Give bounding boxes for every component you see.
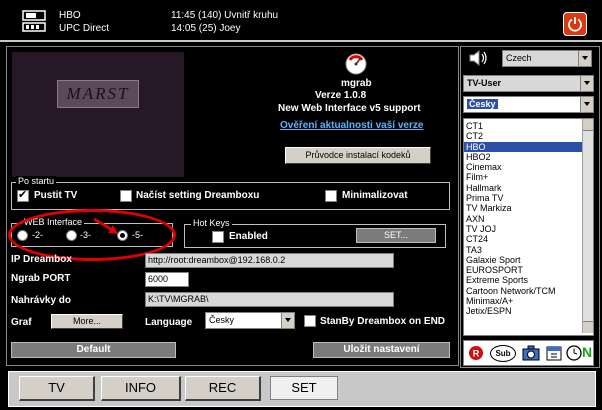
channel-list-item[interactable]: TV Markiza [464, 203, 593, 213]
channel-list-item[interactable]: Extreme Sports [464, 275, 593, 285]
graph-label: Graf [11, 317, 32, 328]
channel-list[interactable]: CT1 CT2 HBO HBO2 Cinemax Film+ Hallmark Prima T… [463, 118, 594, 336]
channel-list-item[interactable]: HBO2 [464, 152, 593, 162]
record-icon[interactable]: R [468, 345, 484, 361]
scroll-down-icon[interactable] [583, 321, 593, 333]
power-icon [568, 17, 582, 32]
tab-set[interactable]: SET [270, 376, 338, 400]
audio-language-value: Czech [506, 53, 532, 63]
calendar-icon[interactable] [546, 345, 562, 361]
audio-language-select[interactable]: Czech [502, 50, 592, 67]
red-arrow-icon [92, 216, 122, 241]
language-select[interactable]: Česky [205, 312, 295, 329]
port-input[interactable]: 6000 [145, 272, 189, 287]
channel-list-item[interactable]: TV JOJ [464, 224, 593, 234]
bouquet-select[interactable]: TV-User [463, 75, 594, 92]
channel-list-item[interactable]: AXN [464, 214, 593, 224]
tab-rec[interactable]: REC [185, 376, 261, 401]
current-program: 11:45 (140) Uvnitř kruhu [171, 10, 279, 21]
start-tv-label: Pustit TV [34, 190, 78, 201]
chevron-down-icon [281, 313, 294, 328]
current-channel: HBO [59, 10, 81, 21]
minimize-label: Minimalizovat [342, 190, 408, 201]
list-language-value: Česky [467, 99, 498, 109]
recordings-label: Nahrávky do [11, 295, 72, 306]
next-program: 14:05 (25) Joey [171, 23, 241, 34]
ip-label: IP Dreambox [11, 254, 72, 265]
standby-checkbox[interactable] [304, 315, 316, 327]
channel-list-item[interactable]: Cartoon Network/TCM [464, 286, 593, 296]
update-link[interactable]: Ověření aktualnosti vaší verze [280, 120, 423, 131]
load-dreambox-checkbox[interactable] [120, 190, 132, 202]
channel-list-item[interactable]: Hallmark [464, 183, 593, 193]
channel-list-item[interactable]: Prima TV [464, 193, 593, 203]
save-settings-button[interactable]: Uložit nastavení [313, 342, 450, 358]
chevron-down-icon [578, 51, 591, 66]
mgrab-logo-icon [343, 50, 369, 79]
scroll-up-icon[interactable] [583, 119, 593, 131]
status-bar [0, 0, 602, 42]
codec-guide-button[interactable]: Průvodce instalací kodeků [285, 147, 431, 164]
hotkeys-enabled-checkbox[interactable] [212, 231, 224, 243]
channel-list-scrollbar[interactable] [582, 119, 593, 333]
more-button[interactable]: More... [51, 314, 123, 329]
minimize-checkbox[interactable] [325, 190, 337, 202]
power-button[interactable] [563, 12, 587, 36]
recordings-path-input[interactable]: K:\TV\MGRAB\ [145, 292, 394, 307]
language-label: Language [145, 317, 193, 328]
channel-list-item[interactable]: CT2 [464, 131, 593, 141]
channel-list-item[interactable]: Galaxie Sport [464, 255, 593, 265]
tab-info[interactable]: INFO [101, 376, 181, 401]
svg-text:R: R [473, 349, 480, 359]
start-tv-checkbox[interactable] [17, 188, 29, 202]
provider: UPC Direct [59, 23, 110, 34]
hotkeys-group-label: Hot Keys [191, 218, 232, 228]
channel-list-item[interactable]: Jetix/ESPN [464, 306, 593, 316]
startup-group-label: Po startu [16, 176, 57, 186]
ip-input[interactable]: http://root:dreambox@192.168.0.2 [145, 253, 394, 268]
channel-list-item[interactable]: Film+ [464, 172, 593, 182]
video-preview [12, 52, 184, 177]
chevron-down-icon [580, 97, 593, 112]
channel-list-item[interactable]: Minimax/A+ [464, 296, 593, 306]
app-name: mgrab [341, 78, 372, 89]
subtitle-icon[interactable]: Sub [490, 345, 516, 362]
tab-tv[interactable]: TV [19, 376, 95, 401]
list-language-select[interactable]: Česky [463, 96, 594, 113]
hotkeys-enabled-label: Enabled [229, 231, 268, 242]
channel-list-item[interactable]: EUROSPORT [464, 265, 593, 275]
load-dreambox-label: Načíst setting Dreamboxu [136, 190, 260, 201]
camera-icon[interactable] [522, 345, 540, 361]
video-logo: MARST [57, 80, 139, 108]
channel-list-item[interactable]: CT1 [464, 121, 593, 131]
standby-label: StanBy Dreambox on END [320, 316, 446, 327]
tv-icon [22, 9, 48, 36]
clock-icon[interactable] [566, 345, 582, 361]
default-button[interactable]: Default [11, 342, 176, 358]
quick-actions-bar: R Sub N [463, 340, 594, 366]
channel-list-item[interactable]: HBO [464, 141, 593, 152]
app-version: Verze 1.0.8 [315, 90, 367, 101]
chevron-down-icon [580, 76, 593, 91]
language-select-value: Česky [209, 315, 235, 325]
speaker-icon[interactable] [468, 49, 490, 69]
port-label: Ngrab PORT [11, 273, 71, 284]
channel-list-item[interactable]: Cinemax [464, 162, 593, 172]
channel-list-item[interactable]: CT24 [464, 234, 593, 244]
channel-list-item[interactable]: TA3 [464, 245, 593, 255]
app-subtitle: New Web Interface v5 support [278, 103, 421, 114]
hotkeys-set-button[interactable]: SET... [356, 228, 436, 243]
n-icon[interactable]: N [582, 344, 592, 360]
bouquet-value: TV-User [467, 78, 502, 88]
